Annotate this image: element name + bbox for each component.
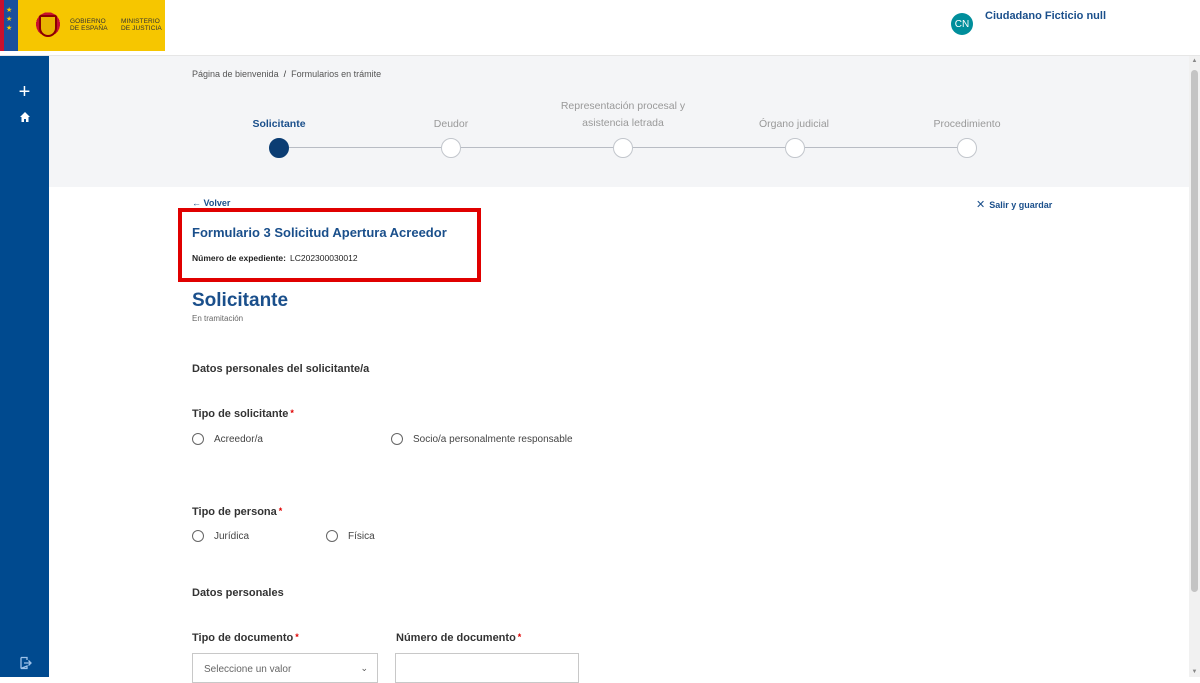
- step-label-procedimiento[interactable]: Procedimiento: [887, 116, 1047, 133]
- required-mark: *: [278, 506, 283, 516]
- step-indicator-deudor[interactable]: [441, 138, 461, 158]
- scroll-down-icon[interactable]: ▼: [1189, 669, 1200, 675]
- user-menu[interactable]: CN Ciudadano Ficticio null: [951, 10, 1106, 36]
- avatar[interactable]: CN: [951, 13, 973, 35]
- tipo-documento-label: Tipo de documento *: [192, 632, 299, 644]
- top-header: ★ ★ ★ GOBIERNO DE ESPAÑA MINISTERIO DE JUS…: [0, 0, 1200, 56]
- select-placeholder: Seleccione un valor: [204, 664, 292, 675]
- numero-documento-input[interactable]: [395, 653, 579, 683]
- breadcrumb: Página de bienvenida / Formularios en trám…: [192, 69, 381, 79]
- required-mark: *: [295, 632, 299, 642]
- highlight-annotation-box: [178, 208, 481, 282]
- step-indicator-solicitante[interactable]: [269, 138, 289, 158]
- radio-button[interactable]: [192, 530, 204, 542]
- breadcrumb-current: Formularios en trámite: [291, 69, 382, 79]
- step-connector: [805, 147, 957, 148]
- form-title: Formulario 3 Solicitud Apertura Acreedor: [192, 225, 447, 240]
- tipo-documento-select[interactable]: Seleccione un valor ⌄: [192, 653, 378, 683]
- step-indicator-organo-judicial[interactable]: [785, 138, 805, 158]
- step-label-organo-judicial[interactable]: Órgano judicial: [714, 116, 874, 133]
- radio-label[interactable]: Jurídica: [214, 531, 249, 542]
- logo-ministry-text: MINISTERIO DE JUSTICIA: [121, 18, 162, 32]
- breadcrumb-separator: /: [283, 69, 287, 79]
- scroll-thumb[interactable]: [1191, 70, 1198, 592]
- step-label-solicitante[interactable]: Solicitante: [199, 116, 359, 133]
- vertical-scrollbar[interactable]: ▲ ▼: [1189, 56, 1200, 677]
- tipo-solicitante-label: Tipo de solicitante *: [192, 408, 294, 420]
- step-indicator-representacion[interactable]: [613, 138, 633, 158]
- step-label-representacion[interactable]: Representación procesal y asistencia let…: [543, 98, 703, 132]
- plus-icon[interactable]: +: [0, 82, 49, 102]
- chevron-down-icon: ⌄: [360, 663, 368, 673]
- expediente-label: Número de expediente:: [192, 253, 286, 263]
- logout-icon[interactable]: [0, 656, 49, 675]
- radio-label[interactable]: Acreedor/a: [214, 434, 263, 445]
- personal-data-heading: Datos personales del solicitante/a: [192, 363, 370, 375]
- radio-acreedor[interactable]: Acreedor/a: [192, 433, 263, 445]
- left-sidebar: +: [0, 56, 49, 677]
- exit-save-button[interactable]: ✕ Salir y guardar: [976, 198, 1052, 211]
- close-icon: ✕: [976, 199, 986, 211]
- step-connector: [633, 147, 785, 148]
- exit-save-label: Salir y guardar: [989, 199, 1053, 210]
- scroll-up-icon[interactable]: ▲: [1189, 58, 1200, 64]
- step-connector: [289, 147, 441, 148]
- required-mark: *: [517, 632, 522, 642]
- required-mark: *: [290, 408, 294, 418]
- radio-juridica[interactable]: Jurídica: [192, 530, 249, 542]
- step-label-deudor[interactable]: Deudor: [371, 116, 531, 133]
- radio-button[interactable]: [326, 530, 338, 542]
- step-connector: [461, 147, 613, 148]
- back-link[interactable]: ← Volver: [192, 198, 230, 208]
- government-logo[interactable]: ★ ★ ★ GOBIERNO DE ESPAÑA MINISTERIO DE JUS…: [0, 0, 165, 51]
- eu-flag-icon: ★ ★ ★: [0, 0, 18, 51]
- breadcrumb-home[interactable]: Página de bienvenida: [192, 69, 279, 79]
- section-title: Solicitante: [192, 290, 289, 311]
- radio-label[interactable]: Física: [348, 531, 375, 542]
- expediente-row: Número de expediente: LC202300030012: [192, 253, 358, 263]
- coat-of-arms-icon: [30, 9, 66, 43]
- logo-gov-text: GOBIERNO DE ESPAÑA: [70, 18, 108, 32]
- radio-button[interactable]: [391, 433, 403, 445]
- datos-personales-heading: Datos personales: [192, 587, 284, 599]
- user-name[interactable]: Ciudadano Ficticio null: [985, 10, 1106, 22]
- tipo-persona-label: Tipo de persona *: [192, 506, 283, 518]
- radio-label[interactable]: Socio/a personalmente responsable: [413, 434, 573, 445]
- expediente-value: LC202300030012: [290, 253, 358, 263]
- section-status: En tramitación: [192, 314, 244, 323]
- home-icon[interactable]: [0, 110, 49, 128]
- radio-fisica[interactable]: Física: [326, 530, 375, 542]
- numero-documento-label: Número de documento *: [396, 632, 522, 644]
- radio-socio[interactable]: Socio/a personalmente responsable: [391, 433, 573, 445]
- step-indicator-procedimiento[interactable]: [957, 138, 977, 158]
- radio-button[interactable]: [192, 433, 204, 445]
